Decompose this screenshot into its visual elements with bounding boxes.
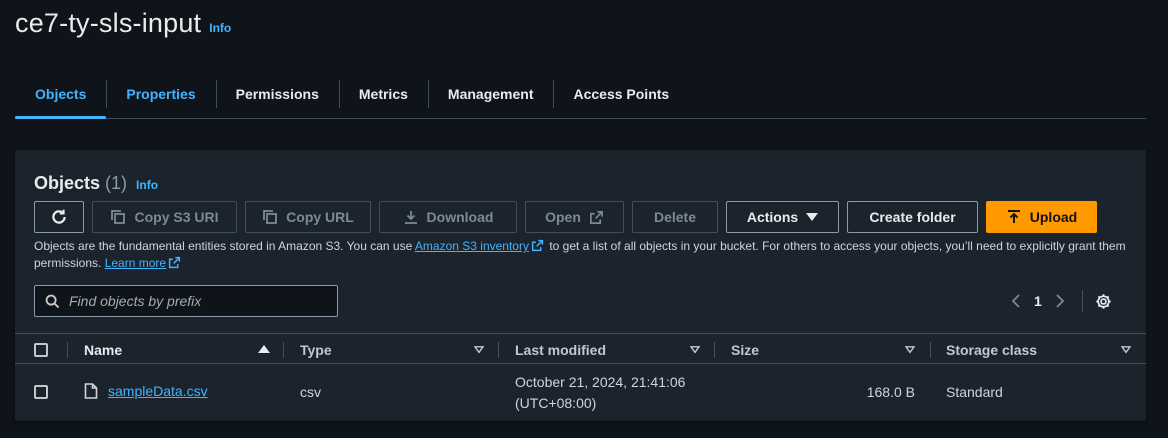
tab-objects[interactable]: Objects	[15, 74, 107, 119]
external-link-icon	[168, 256, 181, 269]
tab-properties[interactable]: Properties	[106, 74, 215, 114]
storage-class-cell: Standard	[946, 384, 1003, 400]
download-button[interactable]: Download	[379, 201, 517, 233]
chevron-left-icon[interactable]	[1010, 294, 1022, 308]
copy-s3-uri-button[interactable]: Copy S3 URI	[92, 201, 237, 233]
delete-button[interactable]: Delete	[632, 201, 718, 233]
row-checkbox-cell	[34, 385, 48, 399]
row-checkbox[interactable]	[34, 385, 48, 399]
external-link-icon	[589, 210, 603, 224]
caret-down-icon[interactable]	[690, 346, 700, 354]
column-header-size[interactable]: Size	[731, 334, 759, 365]
table-header: Name Type Last modified Size Storage cla…	[15, 333, 1146, 364]
caret-down-icon	[806, 213, 819, 221]
objects-toolbar: Copy S3 URI Copy URL Download Open Delet…	[34, 201, 1097, 233]
panel-header: Objects (1) Info	[34, 173, 158, 194]
objects-info-link[interactable]: Info	[136, 178, 158, 192]
column-storage-class-label: Storage class	[946, 341, 1038, 358]
open-button[interactable]: Open	[525, 201, 624, 233]
delete-label: Delete	[653, 209, 697, 225]
tab-management[interactable]: Management	[427, 74, 554, 114]
select-all-checkbox[interactable]	[34, 342, 48, 357]
pagination: 1	[1010, 290, 1112, 312]
column-header-storage-class[interactable]: Storage class	[946, 334, 1037, 365]
column-header-last-modified[interactable]: Last modified	[515, 334, 606, 365]
copy-icon	[263, 210, 278, 224]
refresh-icon	[52, 209, 66, 224]
actions-dropdown[interactable]: Actions	[726, 201, 839, 233]
table-row[interactable]: sampleData.csv csv October 21, 2024, 21:…	[15, 364, 1146, 420]
tab-metrics[interactable]: Metrics	[338, 74, 428, 114]
file-icon	[84, 383, 98, 399]
column-divider	[714, 342, 715, 358]
column-type-label: Type	[300, 341, 332, 358]
actions-label: Actions	[746, 209, 799, 225]
sort-ascending-icon[interactable]	[258, 344, 270, 354]
last-modified-timezone: (UTC+08:00)	[515, 395, 597, 411]
settings-icon[interactable]	[1095, 293, 1112, 310]
page-header: ce7-ty-sls-input Info	[15, 8, 231, 39]
objects-description: Objects are the fundamental entities sto…	[34, 238, 1134, 272]
caret-down-icon[interactable]	[905, 346, 915, 354]
upload-label: Upload	[1029, 209, 1078, 225]
info-link[interactable]: Info	[209, 21, 231, 35]
description-text-1: Objects are the fundamental entities sto…	[34, 239, 415, 253]
column-size-label: Size	[731, 341, 760, 358]
last-modified-date: October 21, 2024, 21:41:06	[515, 374, 686, 390]
caret-down-icon[interactable]	[474, 346, 484, 354]
tab-permissions[interactable]: Permissions	[215, 74, 339, 114]
page-number[interactable]: 1	[1034, 293, 1042, 309]
upload-button[interactable]: Upload	[986, 201, 1097, 233]
chevron-right-icon[interactable]	[1054, 294, 1066, 308]
search-field	[34, 285, 338, 317]
download-icon	[404, 211, 417, 224]
column-divider	[930, 342, 931, 358]
name-cell: sampleData.csv	[84, 383, 208, 399]
type-cell: csv	[300, 384, 321, 400]
panel-title: Objects	[34, 173, 101, 193]
column-header-name[interactable]: Name	[84, 334, 122, 365]
select-all-checkbox-cell	[34, 334, 48, 365]
column-divider	[498, 342, 499, 358]
s3-inventory-link[interactable]: Amazon S3 inventory	[415, 239, 529, 253]
learn-more-link[interactable]: Learn more	[105, 256, 166, 270]
open-label: Open	[545, 209, 581, 225]
copy-icon	[111, 210, 126, 224]
refresh-button[interactable]	[34, 201, 84, 233]
search-input[interactable]	[69, 293, 319, 309]
page-title: ce7-ty-sls-input	[15, 8, 202, 38]
bucket-tabs: Objects Properties Permissions Metrics M…	[15, 70, 1146, 119]
copy-s3-uri-label: Copy S3 URI	[134, 209, 219, 225]
tab-access-points[interactable]: Access Points	[553, 74, 689, 114]
size-cell: 168.0 B	[866, 384, 915, 400]
search-icon	[45, 294, 60, 308]
objects-table: Name Type Last modified Size Storage cla…	[15, 333, 1146, 420]
last-modified-cell: October 21, 2024, 21:41:06 (UTC+08:00)	[515, 372, 685, 414]
column-name-label: Name	[84, 341, 123, 358]
column-last-modified-label: Last modified	[515, 341, 607, 358]
download-label: Download	[426, 209, 494, 225]
copy-url-label: Copy URL	[286, 209, 354, 225]
objects-panel: Objects (1) Info Copy S3 URI Copy URL Do…	[15, 150, 1146, 421]
create-folder-button[interactable]: Create folder	[847, 201, 978, 233]
caret-down-icon[interactable]	[1121, 346, 1131, 354]
column-header-type[interactable]: Type	[300, 334, 332, 365]
copy-url-button[interactable]: Copy URL	[245, 201, 371, 233]
external-link-icon	[531, 239, 544, 252]
column-divider	[283, 342, 284, 358]
create-folder-label: Create folder	[869, 209, 956, 225]
object-count: (1)	[105, 173, 128, 193]
column-divider	[67, 342, 68, 358]
object-name-link[interactable]: sampleData.csv	[108, 383, 208, 399]
upload-icon	[1007, 210, 1020, 223]
pager-divider	[1081, 290, 1083, 312]
